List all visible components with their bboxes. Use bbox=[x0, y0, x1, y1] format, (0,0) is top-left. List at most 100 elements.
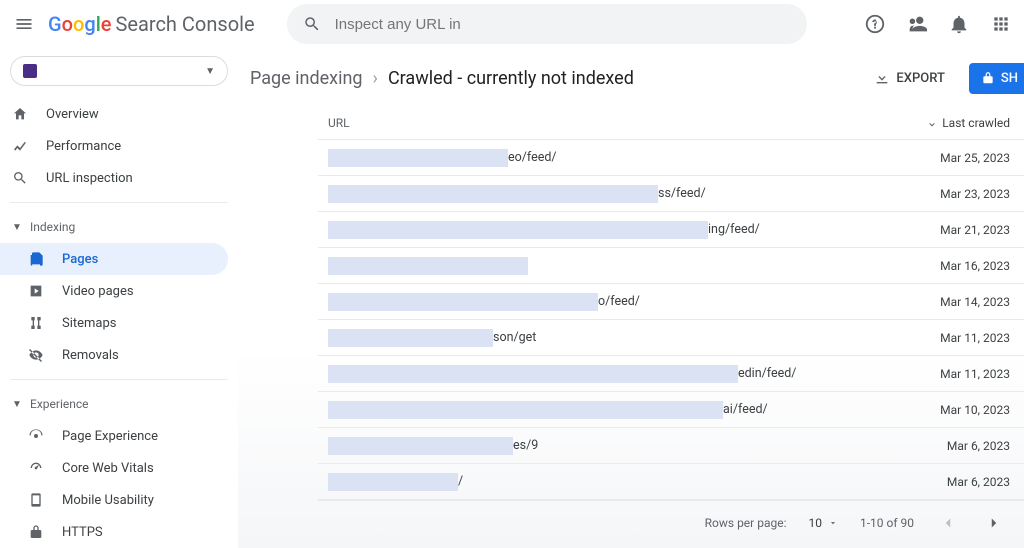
export-label: EXPORT bbox=[896, 71, 944, 86]
breadcrumb: Page indexing › Crawled - currently not … bbox=[250, 68, 634, 89]
url-inspect-searchbox[interactable] bbox=[287, 4, 807, 44]
export-button[interactable]: EXPORT bbox=[862, 62, 956, 94]
table-row[interactable]: edin/feed/Mar 11, 2023 bbox=[318, 356, 1024, 392]
apps-icon[interactable] bbox=[990, 13, 1012, 35]
redacted-url bbox=[328, 365, 738, 383]
nav-section-indexing[interactable]: ▼ Indexing bbox=[0, 211, 228, 243]
nav-video-pages[interactable]: Video pages bbox=[0, 275, 228, 307]
share-button[interactable]: SH bbox=[969, 63, 1024, 94]
rows-per-page-select[interactable]: 10 bbox=[808, 516, 838, 530]
nav-overview[interactable]: Overview bbox=[0, 98, 228, 130]
nav-core-web-vitals[interactable]: Core Web Vitals bbox=[0, 452, 228, 484]
property-favicon bbox=[23, 64, 37, 78]
product-name: Search Console bbox=[116, 12, 255, 36]
nav-label: Performance bbox=[46, 139, 121, 154]
nav-https[interactable]: HTTPS bbox=[0, 516, 228, 548]
redacted-url bbox=[328, 257, 528, 275]
url-tail: o/feed/ bbox=[598, 294, 640, 309]
nav-label: Pages bbox=[62, 252, 98, 267]
page-range: 1-10 of 90 bbox=[860, 516, 914, 530]
redacted-url bbox=[328, 185, 658, 203]
chevron-down-icon: ▼ bbox=[12, 222, 24, 233]
last-crawled-date: Mar 14, 2023 bbox=[900, 295, 1010, 309]
nav-label: HTTPS bbox=[62, 525, 103, 540]
table-row[interactable]: es/9 Mar 6, 2023 bbox=[318, 428, 1024, 464]
nav-removals[interactable]: Removals bbox=[0, 339, 228, 371]
col-header-last-crawled[interactable]: Last crawled bbox=[900, 116, 1010, 130]
redacted-url bbox=[328, 437, 513, 455]
table-header: URL Last crawled bbox=[318, 106, 1024, 140]
nav-label: Overview bbox=[46, 107, 99, 122]
redacted-url bbox=[328, 221, 708, 239]
table-row[interactable]: eo/feed/Mar 25, 2023 bbox=[318, 140, 1024, 176]
url-tail: son/get bbox=[493, 330, 536, 345]
video-icon bbox=[28, 283, 46, 299]
last-crawled-date: Mar 10, 2023 bbox=[900, 403, 1010, 417]
redacted-url bbox=[328, 329, 493, 347]
table-row[interactable]: /Mar 6, 2023 bbox=[318, 464, 1024, 500]
url-tail: ing/feed/ bbox=[708, 222, 760, 237]
last-crawled-date: Mar 16, 2023 bbox=[900, 259, 1010, 273]
url-tail: es/9 bbox=[513, 438, 538, 453]
nav-label: URL inspection bbox=[46, 171, 133, 186]
property-selector[interactable]: ▼ bbox=[10, 56, 228, 86]
main-content: Page indexing › Crawled - currently not … bbox=[238, 48, 1024, 548]
table-row[interactable]: son/get Mar 11, 2023 bbox=[318, 320, 1024, 356]
lock-icon bbox=[28, 524, 46, 540]
nav-mobile-usability[interactable]: Mobile Usability bbox=[0, 484, 228, 516]
url-tail: edin/feed/ bbox=[738, 366, 796, 381]
url-tail: eo/feed/ bbox=[508, 150, 557, 165]
performance-icon bbox=[12, 138, 30, 154]
col-header-url[interactable]: URL bbox=[318, 116, 900, 130]
help-icon[interactable] bbox=[864, 13, 886, 35]
notifications-icon[interactable] bbox=[948, 13, 970, 35]
url-tail: ss/feed/ bbox=[658, 186, 706, 201]
nav-url-inspection[interactable]: URL inspection bbox=[0, 162, 228, 194]
removals-icon bbox=[28, 347, 46, 363]
nav-label: Sitemaps bbox=[62, 316, 117, 331]
nav-performance[interactable]: Performance bbox=[0, 130, 228, 162]
chevron-down-icon: ▼ bbox=[12, 399, 24, 410]
speed-icon bbox=[28, 460, 46, 476]
nav-page-experience[interactable]: Page Experience bbox=[0, 420, 228, 452]
breadcrumb-parent[interactable]: Page indexing bbox=[250, 68, 363, 89]
last-crawled-date: Mar 11, 2023 bbox=[900, 331, 1010, 345]
nav-section-experience[interactable]: ▼ Experience bbox=[0, 388, 228, 420]
table-row[interactable]: Mar 16, 2023 bbox=[318, 248, 1024, 284]
last-crawled-date: Mar 6, 2023 bbox=[900, 475, 1010, 489]
last-crawled-date: Mar 23, 2023 bbox=[900, 187, 1010, 201]
table-row[interactable]: ss/feed/Mar 23, 2023 bbox=[318, 176, 1024, 212]
search-icon bbox=[303, 15, 321, 33]
nav-sitemaps[interactable]: Sitemaps bbox=[0, 307, 228, 339]
table-row[interactable]: o/feed/Mar 14, 2023 bbox=[318, 284, 1024, 320]
last-crawled-date: Mar 25, 2023 bbox=[900, 151, 1010, 165]
rows-per-page-label: Rows per page: bbox=[705, 516, 787, 530]
last-crawled-date: Mar 11, 2023 bbox=[900, 367, 1010, 381]
nav-label: Removals bbox=[62, 348, 119, 363]
mobile-icon bbox=[28, 492, 46, 508]
nav-label: Core Web Vitals bbox=[62, 461, 154, 476]
sidebar: ▼ Overview Performance URL inspection ▼ … bbox=[0, 48, 238, 548]
table-row[interactable]: ing/feed/Mar 21, 2023 bbox=[318, 212, 1024, 248]
sitemap-icon bbox=[28, 315, 46, 331]
table-row[interactable]: ai/feed/Mar 10, 2023 bbox=[318, 392, 1024, 428]
page-experience-icon bbox=[28, 428, 46, 444]
download-icon bbox=[874, 70, 890, 86]
product-logo: Google Search Console bbox=[48, 12, 255, 36]
redacted-url bbox=[328, 293, 598, 311]
redacted-url bbox=[328, 149, 508, 167]
section-label: Indexing bbox=[30, 220, 75, 234]
prev-page-button[interactable] bbox=[936, 511, 960, 535]
table-pagination: Rows per page: 10 1-10 of 90 bbox=[318, 500, 1024, 544]
next-page-button[interactable] bbox=[982, 511, 1006, 535]
users-icon[interactable] bbox=[906, 13, 928, 35]
home-icon bbox=[12, 106, 30, 122]
pages-icon bbox=[28, 251, 46, 267]
google-logo: Google bbox=[48, 12, 112, 36]
last-crawled-date: Mar 21, 2023 bbox=[900, 223, 1010, 237]
redacted-url bbox=[328, 473, 458, 491]
nav-pages[interactable]: Pages bbox=[0, 243, 228, 275]
menu-button[interactable] bbox=[12, 12, 36, 36]
url-inspect-input[interactable] bbox=[335, 16, 791, 33]
last-crawled-date: Mar 6, 2023 bbox=[900, 439, 1010, 453]
